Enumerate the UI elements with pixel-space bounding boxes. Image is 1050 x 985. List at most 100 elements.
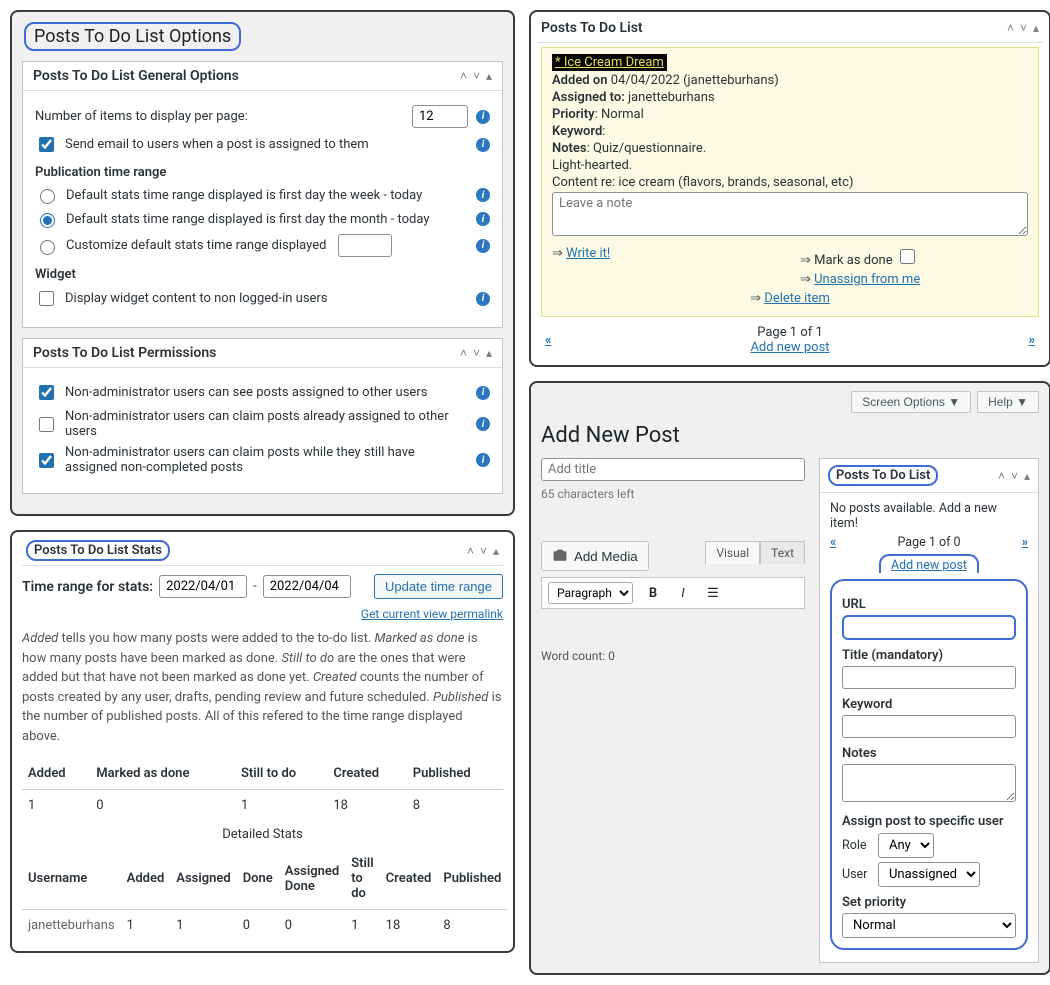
unassign-link[interactable]: Unassign from me — [814, 272, 920, 287]
help-button[interactable]: Help ▼ — [977, 391, 1039, 413]
todo-item-title-link[interactable]: * Ice Cream Dream — [552, 54, 667, 71]
bold-icon[interactable]: B — [643, 583, 663, 603]
notes-textarea[interactable] — [842, 764, 1016, 802]
stats-panel: Posts To Do List Stats ˄ ˅ ▴ Time range … — [10, 530, 515, 953]
panel-up-icon[interactable]: ˄ — [460, 346, 467, 360]
radio-week-label: Default stats time range displayed is fi… — [66, 188, 468, 203]
stats-description: Added tells you how many posts were adde… — [22, 629, 503, 746]
pager-next[interactable]: » — [1029, 333, 1036, 348]
perm2-label: Non-administrator users can claim posts … — [65, 409, 468, 439]
side-add-new-link[interactable]: Add new post — [891, 558, 967, 573]
panel-toggle-icon[interactable]: ▴ — [493, 544, 499, 558]
italic-icon[interactable]: I — [673, 583, 693, 603]
info-icon[interactable]: i — [476, 138, 490, 152]
perm2-checkbox[interactable] — [39, 417, 54, 432]
widget-checkbox[interactable] — [39, 291, 54, 306]
permissions-postbox: Posts To Do List Permissions ˄ ˅ ▴ Non-a… — [22, 338, 503, 494]
radio-month-label: Default stats time range displayed is fi… — [66, 212, 468, 227]
range-sep: - — [253, 579, 257, 594]
info-icon[interactable]: i — [476, 239, 490, 253]
title-input[interactable] — [842, 666, 1016, 689]
panel-down-icon[interactable]: ˅ — [1011, 469, 1018, 483]
panel-down-icon[interactable]: ˅ — [1020, 21, 1027, 35]
panel-down-icon[interactable]: ˅ — [473, 69, 480, 83]
table-row: 1 0 1 18 8 — [22, 790, 503, 822]
panel-up-icon[interactable]: ˄ — [460, 69, 467, 83]
word-count: Word count: 0 — [541, 649, 805, 663]
user-label: User — [842, 867, 872, 882]
panel-down-icon[interactable]: ˅ — [473, 346, 480, 360]
todo-item: * Ice Cream Dream Added on 04/04/2022 (j… — [541, 47, 1039, 317]
priority-select[interactable]: Normal — [842, 913, 1016, 938]
chars-left: 65 characters left — [541, 487, 805, 501]
screen-options-button[interactable]: Screen Options ▼ — [851, 391, 971, 413]
range-to-input[interactable] — [263, 575, 351, 598]
format-select[interactable]: Paragraph — [548, 582, 633, 604]
side-pager-next[interactable]: » — [1022, 535, 1028, 550]
range-from-input[interactable] — [159, 575, 247, 598]
panel-toggle-icon[interactable]: ▴ — [1033, 21, 1039, 35]
role-select[interactable]: Any — [878, 833, 934, 858]
permalink-link[interactable]: Get current view permalink — [22, 607, 503, 621]
info-icon[interactable]: i — [476, 188, 490, 202]
pager-text: Page 1 of 1 — [552, 325, 1029, 340]
panel-up-icon[interactable]: ˄ — [1007, 21, 1014, 35]
perm3-checkbox[interactable] — [39, 453, 54, 468]
panel-toggle-icon[interactable]: ▴ — [1024, 469, 1030, 483]
update-range-button[interactable]: Update time range — [374, 574, 503, 599]
info-icon[interactable]: i — [476, 212, 490, 226]
perm1-checkbox[interactable] — [39, 385, 54, 400]
side-todo-postbox: Posts To Do List ˄ ˅ ▴ No posts availabl… — [819, 458, 1039, 963]
text-tab[interactable]: Text — [760, 541, 805, 564]
pub-range-heading: Publication time range — [35, 165, 490, 180]
info-icon[interactable]: i — [476, 292, 490, 306]
todo-panel: Posts To Do List ˄ ˅ ▴ * Ice Cream Dream… — [529, 10, 1050, 367]
assign-heading: Assign post to specific user — [842, 814, 1016, 829]
info-icon[interactable]: i — [476, 386, 490, 400]
panel-up-icon[interactable]: ˄ — [998, 469, 1005, 483]
panel-down-icon[interactable]: ˅ — [480, 544, 487, 558]
note-textarea[interactable] — [552, 192, 1028, 236]
write-it-link[interactable]: Write it! — [566, 246, 610, 261]
radio-custom-label: Customize default stats time range displ… — [66, 238, 326, 253]
info-icon[interactable]: i — [476, 453, 490, 467]
info-icon[interactable]: i — [476, 417, 490, 431]
editor-toolbar: Paragraph B I ☰ — [541, 577, 805, 609]
keyword-input[interactable] — [842, 715, 1016, 738]
add-new-post-link[interactable]: Add new post — [750, 340, 829, 355]
email-label: Send email to users when a post is assig… — [65, 137, 468, 152]
url-label: URL — [842, 597, 1016, 612]
email-checkbox[interactable] — [39, 137, 54, 152]
delete-link[interactable]: Delete item — [764, 291, 830, 306]
stats-heading: Posts To Do List Stats — [26, 540, 170, 561]
info-icon[interactable]: i — [476, 110, 490, 124]
post-title-input[interactable] — [541, 458, 805, 481]
radio-month[interactable] — [40, 213, 55, 228]
camera-icon — [552, 548, 568, 564]
add-media-button[interactable]: Add Media — [541, 541, 649, 571]
editor-panel: Screen Options ▼ Help ▼ Add New Post 65 … — [529, 381, 1050, 975]
panel-toggle-icon[interactable]: ▴ — [486, 69, 492, 83]
mark-done-label: Mark as done — [814, 253, 892, 268]
options-panel: Posts To Do List Options Posts To Do Lis… — [10, 10, 515, 516]
side-pager-text: Page 1 of 0 — [836, 535, 1022, 550]
per-page-input[interactable] — [412, 105, 468, 128]
url-input[interactable] — [842, 615, 1016, 640]
title-label: Title (mandatory) — [842, 648, 1016, 663]
role-label: Role — [842, 838, 872, 853]
radio-week[interactable] — [40, 189, 55, 204]
mark-done-checkbox[interactable] — [900, 249, 915, 264]
perm3-label: Non-administrator users can claim posts … — [65, 445, 468, 475]
panel-up-icon[interactable]: ˄ — [467, 544, 474, 558]
general-options-heading: Posts To Do List General Options — [33, 68, 239, 84]
radio-custom[interactable] — [40, 240, 55, 255]
panel-toggle-icon[interactable]: ▴ — [486, 346, 492, 360]
table-row: janetteburhans 1 1 0 0 1 18 8 — [22, 910, 507, 942]
user-select[interactable]: Unassigned — [878, 862, 980, 887]
list-icon[interactable]: ☰ — [703, 583, 723, 603]
widget-label: Display widget content to non logged-in … — [65, 291, 468, 306]
range-label: Time range for stats: — [22, 579, 153, 595]
no-posts-text: No posts available. Add a new item! — [830, 501, 1028, 531]
visual-tab[interactable]: Visual — [705, 541, 760, 564]
custom-range-input[interactable] — [338, 234, 392, 257]
